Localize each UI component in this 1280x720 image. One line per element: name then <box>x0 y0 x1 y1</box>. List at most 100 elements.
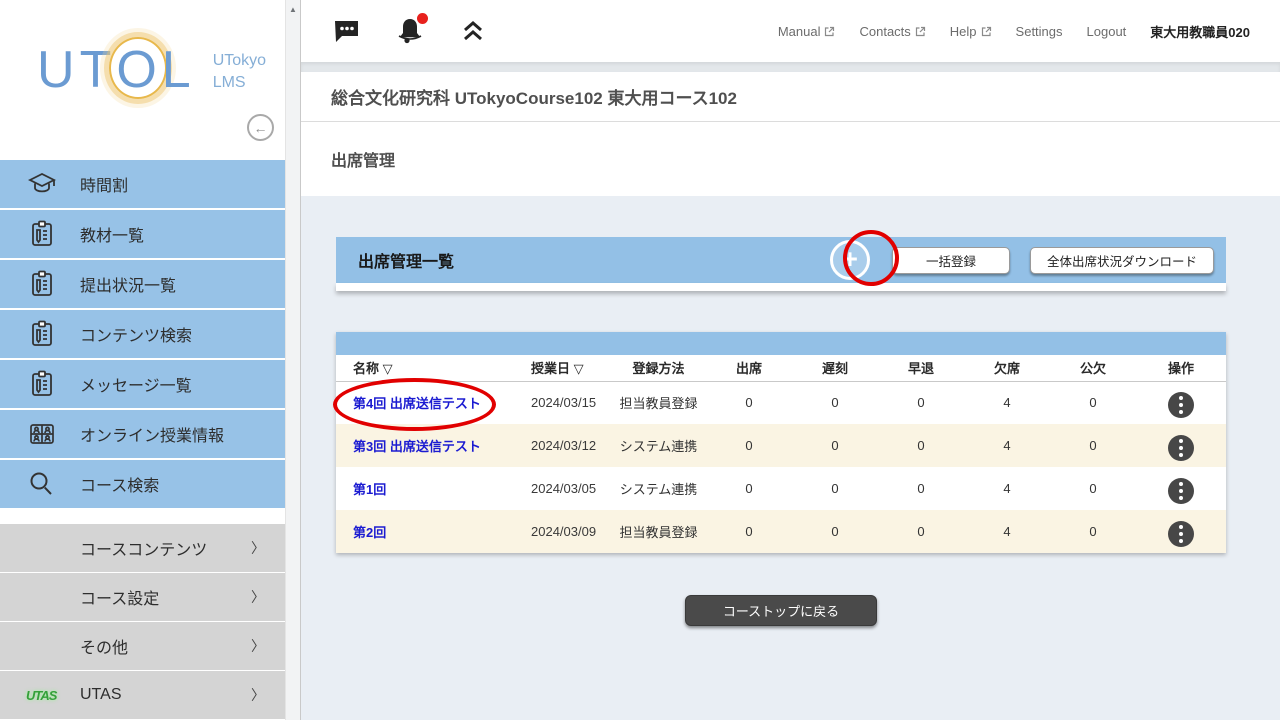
row-actions-menu-icon[interactable] <box>1168 435 1194 461</box>
top-toolbar: Manual Contacts Help Settings <box>301 0 1280 62</box>
sidebar-group-label: UTAS <box>80 686 121 704</box>
clipboard-icon <box>26 218 80 250</box>
table-row: 第4回 出席送信テスト 2024/03/15 担当教員登録 0 0 0 4 0 <box>336 381 1226 424</box>
notifications-bell-icon[interactable] <box>394 16 426 46</box>
panel-title: 出席管理一覧 <box>358 248 454 272</box>
sidebar-group-utas[interactable]: UTAS UTAS 〉 <box>0 671 285 719</box>
column-header-late: 遅刻 <box>792 355 878 381</box>
bulk-register-button[interactable]: 一括登録 <box>892 247 1010 274</box>
absent-count: 4 <box>964 381 1050 424</box>
sidebar-scrollbar[interactable]: ▲ <box>285 0 300 720</box>
content-area: 出席管理一覧 + 一括登録 全体出席状況ダウンロード 名称 ▽ 授業日 ▽ 登録… <box>301 196 1280 594</box>
help-link[interactable]: Help <box>950 24 992 39</box>
logo-letter: U <box>36 44 79 96</box>
utol-logo-subtext: UTokyo LMS <box>213 50 266 95</box>
row-actions-menu-icon[interactable] <box>1168 392 1194 418</box>
sidebar-item-label: 提出状況一覧 <box>80 272 176 296</box>
sidebar-item-label: メッセージ一覧 <box>80 372 192 396</box>
late-count: 0 <box>792 510 878 553</box>
manual-link[interactable]: Manual <box>778 24 836 39</box>
scroll-up-arrow-icon[interactable]: ▲ <box>286 0 300 14</box>
registration-method: 担当教員登録 <box>611 510 706 553</box>
attendance-record-link[interactable]: 第4回 出席送信テスト <box>353 396 481 411</box>
sidebar-group-course-contents[interactable]: コースコンテンツ 〉 <box>0 524 285 572</box>
external-link-icon <box>915 26 926 37</box>
sidebar-collapse-button[interactable]: ← <box>247 114 274 141</box>
sidebar-menu: 時間割 教材一覧 提出状況一覧 <box>0 160 285 510</box>
utol-logo-text: U T O L <box>36 44 195 96</box>
attendance-record-link[interactable]: 第3回 出席送信テスト <box>353 439 481 454</box>
utol-logo: U T O L UTokyo LMS <box>36 44 266 96</box>
sidebar-item-label: 教材一覧 <box>80 222 144 246</box>
attendance-panel-header: 出席管理一覧 + 一括登録 全体出席状況ダウンロード <box>336 237 1226 283</box>
left-arrow-icon: ← <box>254 120 268 136</box>
table-row: 第2回 2024/03/09 担当教員登録 0 0 0 4 0 <box>336 510 1226 553</box>
early-leave-count: 0 <box>878 467 964 510</box>
sidebar-item-timetable[interactable]: 時間割 <box>0 160 285 208</box>
current-user-name: 東大用教職員020 <box>1150 22 1250 41</box>
contacts-link[interactable]: Contacts <box>859 24 925 39</box>
sidebar-item-online-class-info[interactable]: オンライン授業情報 <box>0 410 285 458</box>
add-attendance-button[interactable]: + <box>830 240 870 280</box>
column-header-name[interactable]: 名称 ▽ <box>336 355 516 381</box>
course-title: 総合文化研究科 UTokyoCourse102 東大用コース102 <box>331 84 737 109</box>
sidebar-item-submission-status[interactable]: 提出状況一覧 <box>0 260 285 308</box>
chevron-right-icon: 〉 <box>251 685 265 705</box>
excused-count: 0 <box>1050 381 1136 424</box>
logo-letter-ring: O <box>115 44 160 96</box>
registration-method: 担当教員登録 <box>611 381 706 424</box>
early-leave-count: 0 <box>878 424 964 467</box>
panel-footer-strip <box>336 283 1226 291</box>
class-date: 2024/03/05 <box>516 467 611 510</box>
row-actions-menu-icon[interactable] <box>1168 478 1194 504</box>
excused-count: 0 <box>1050 467 1136 510</box>
excused-count: 0 <box>1050 424 1136 467</box>
attendance-record-link[interactable]: 第2回 <box>353 525 386 540</box>
column-header-method: 登録方法 <box>611 355 706 381</box>
sidebar: U T O L UTokyo LMS ← 時間割 <box>0 0 285 720</box>
back-to-course-top-button[interactable]: コーストップに戻る <box>685 595 877 626</box>
clipboard-icon <box>26 368 80 400</box>
clipboard-icon <box>26 268 80 300</box>
settings-link[interactable]: Settings <box>1016 24 1063 39</box>
sidebar-group-label: その他 <box>80 634 128 658</box>
table-header-row: 名称 ▽ 授業日 ▽ 登録方法 出席 遅刻 早退 欠席 公欠 操作 <box>336 355 1226 381</box>
table-header-bar <box>336 332 1226 355</box>
collapse-topbar-icon[interactable] <box>460 18 486 44</box>
sidebar-group-course-settings[interactable]: コース設定 〉 <box>0 573 285 621</box>
row-actions-menu-icon[interactable] <box>1168 521 1194 547</box>
column-header-date[interactable]: 授業日 ▽ <box>516 355 611 381</box>
sidebar-item-label: コース検索 <box>80 472 159 496</box>
logout-link[interactable]: Logout <box>1087 24 1127 39</box>
page-title: 出席管理 <box>331 147 395 171</box>
present-count: 0 <box>706 424 792 467</box>
chevron-right-icon: 〉 <box>251 636 265 656</box>
external-link-icon <box>824 26 835 37</box>
chevron-right-icon: 〉 <box>251 538 265 558</box>
main-area: Manual Contacts Help Settings <box>300 0 1280 720</box>
course-title-band: 総合文化研究科 UTokyoCourse102 東大用コース102 <box>301 72 1280 122</box>
search-icon <box>26 468 80 500</box>
attendance-table: 名称 ▽ 授業日 ▽ 登録方法 出席 遅刻 早退 欠席 公欠 操作 第4回 出席… <box>336 332 1226 553</box>
messages-icon[interactable] <box>333 19 360 44</box>
sidebar-group-others[interactable]: その他 〉 <box>0 622 285 670</box>
attendance-record-link[interactable]: 第1回 <box>353 482 386 497</box>
external-link-icon <box>981 26 992 37</box>
registration-method: システム連携 <box>611 467 706 510</box>
download-attendance-button[interactable]: 全体出席状況ダウンロード <box>1030 247 1214 274</box>
sidebar-groups: コースコンテンツ 〉 コース設定 〉 その他 〉 UTAS UTAS 〉 <box>0 524 285 720</box>
clipboard-icon <box>26 318 80 350</box>
absent-count: 4 <box>964 467 1050 510</box>
absent-count: 4 <box>964 424 1050 467</box>
sidebar-item-course-search[interactable]: コース検索 <box>0 460 285 508</box>
column-header-early-leave: 早退 <box>878 355 964 381</box>
logo-letter: L <box>161 44 195 96</box>
sidebar-item-label: オンライン授業情報 <box>80 422 224 446</box>
sidebar-item-label: 時間割 <box>80 172 128 196</box>
sidebar-item-content-search[interactable]: コンテンツ検索 <box>0 310 285 358</box>
sidebar-item-materials[interactable]: 教材一覧 <box>0 210 285 258</box>
sidebar-item-messages[interactable]: メッセージ一覧 <box>0 360 285 408</box>
online-class-icon <box>26 418 80 450</box>
late-count: 0 <box>792 467 878 510</box>
column-header-present: 出席 <box>706 355 792 381</box>
